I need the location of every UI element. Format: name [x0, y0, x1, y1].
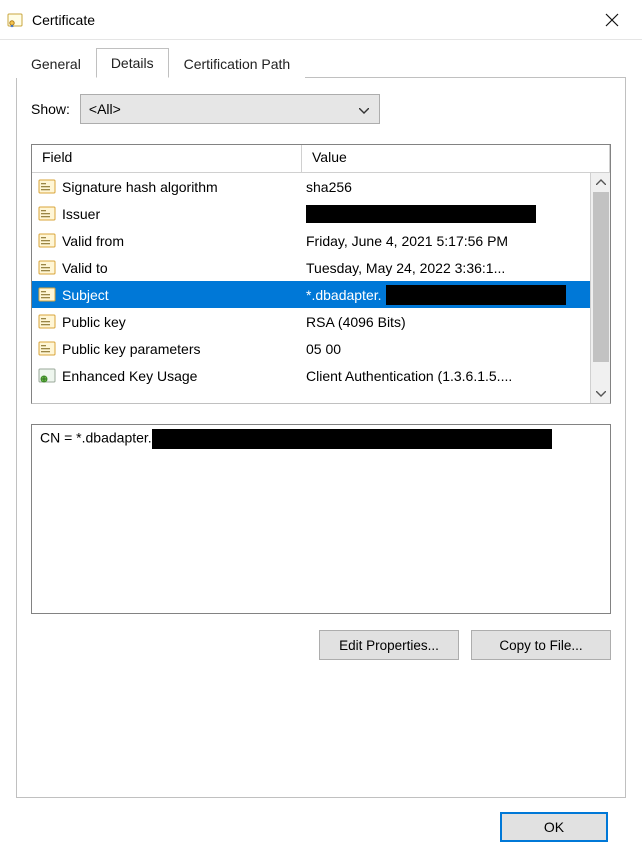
tab-certification-path[interactable]: Certification Path	[169, 49, 306, 78]
table-row[interactable]: Subject *.dbadapter.	[32, 281, 610, 308]
table-row[interactable]: Enhanced Key Usage Client Authentication …	[32, 362, 610, 389]
value-cell: Client Authentication (1.3.6.1.5....	[302, 368, 610, 384]
list-header: Field Value	[32, 145, 610, 173]
show-filter-row: Show: <All>	[31, 94, 611, 124]
column-value[interactable]: Value	[302, 145, 610, 172]
value-cell: Friday, June 4, 2021 5:17:56 PM	[302, 233, 610, 249]
table-row[interactable]: Valid to Tuesday, May 24, 2022 3:36:1...	[32, 254, 610, 281]
scroll-up-icon[interactable]	[592, 173, 610, 191]
value-cell: RSA (4096 Bits)	[302, 314, 610, 330]
field-cell: Public key parameters	[32, 340, 302, 358]
cert-prop-icon	[38, 259, 56, 277]
certificate-icon	[6, 11, 24, 29]
value-cell: *.dbadapter.	[302, 285, 610, 305]
list-body: Signature hash algorithm sha256 Issuer Vali…	[32, 173, 610, 403]
scroll-thumb[interactable]	[593, 192, 609, 362]
close-icon	[605, 13, 619, 27]
redacted-text	[386, 285, 566, 305]
value-cell	[302, 205, 610, 223]
field-value-text: CN = *.dbadapter.	[40, 430, 152, 446]
cert-prop-icon	[38, 232, 56, 250]
cert-prop-icon	[38, 286, 56, 304]
field-value: RSA (4096 Bits)	[306, 314, 406, 330]
field-name: Subject	[62, 287, 109, 303]
titlebar: Certificate	[0, 0, 642, 40]
scroll-down-icon[interactable]	[592, 385, 610, 403]
tab-strip: General Details Certification Path	[16, 48, 626, 78]
cert-prop-icon	[38, 340, 56, 358]
field-value: Friday, June 4, 2021 5:17:56 PM	[306, 233, 508, 249]
field-cell: Issuer	[32, 205, 302, 223]
dialog-content: General Details Certification Path Show:…	[0, 40, 642, 856]
vertical-scrollbar[interactable]	[590, 173, 610, 403]
field-name: Enhanced Key Usage	[62, 368, 197, 384]
column-field[interactable]: Field	[32, 145, 302, 172]
tab-general[interactable]: General	[16, 49, 96, 78]
field-cell: Subject	[32, 286, 302, 304]
certificate-fields-list: Field Value Signature hash algorithm sha2…	[31, 144, 611, 404]
field-value: sha256	[306, 179, 352, 195]
field-name: Public key	[62, 314, 126, 330]
copy-to-file-button[interactable]: Copy to File...	[471, 630, 611, 660]
value-cell: 05 00	[302, 341, 610, 357]
dialog-footer: OK	[16, 798, 626, 856]
redacted-text	[306, 205, 536, 223]
field-cell: Public key	[32, 313, 302, 331]
table-row[interactable]: Valid from Friday, June 4, 2021 5:17:56 P…	[32, 227, 610, 254]
tab-details[interactable]: Details	[96, 48, 169, 78]
field-name: Public key parameters	[62, 341, 201, 357]
value-cell: Tuesday, May 24, 2022 3:36:1...	[302, 260, 610, 276]
close-button[interactable]	[590, 1, 634, 39]
show-dropdown-value: <All>	[89, 101, 121, 117]
field-name: Valid to	[62, 260, 108, 276]
field-value: 05 00	[306, 341, 341, 357]
value-cell: sha256	[302, 179, 610, 195]
field-cell: Signature hash algorithm	[32, 178, 302, 196]
scroll-track[interactable]	[592, 191, 610, 385]
field-name: Issuer	[62, 206, 100, 222]
redacted-text	[152, 429, 552, 449]
field-value: Tuesday, May 24, 2022 3:36:1...	[306, 260, 505, 276]
ok-button[interactable]: OK	[500, 812, 608, 842]
field-name: Signature hash algorithm	[62, 179, 218, 195]
table-row[interactable]: Public key parameters 05 00	[32, 335, 610, 362]
cert-prop-icon	[38, 205, 56, 223]
field-cell: Valid from	[32, 232, 302, 250]
details-panel: Show: <All> Field Value Signature hash a…	[16, 78, 626, 798]
table-row[interactable]: Signature hash algorithm sha256	[32, 173, 610, 200]
field-name: Valid from	[62, 233, 124, 249]
field-cell: Enhanced Key Usage	[32, 367, 302, 385]
field-cell: Valid to	[32, 259, 302, 277]
table-row[interactable]: Issuer	[32, 200, 610, 227]
field-value: *.dbadapter.	[306, 287, 382, 303]
cert-prop-icon	[38, 178, 56, 196]
action-buttons: Edit Properties... Copy to File...	[31, 630, 611, 660]
window-title: Certificate	[32, 12, 590, 28]
show-dropdown[interactable]: <All>	[80, 94, 380, 124]
chevron-down-icon	[359, 101, 369, 117]
table-row[interactable]: Public key RSA (4096 Bits)	[32, 308, 610, 335]
cert-ext-icon	[38, 367, 56, 385]
field-value: Client Authentication (1.3.6.1.5....	[306, 368, 512, 384]
show-label: Show:	[31, 101, 70, 117]
field-value-textarea[interactable]: CN = *.dbadapter.	[31, 424, 611, 614]
cert-prop-icon	[38, 313, 56, 331]
edit-properties-button[interactable]: Edit Properties...	[319, 630, 459, 660]
